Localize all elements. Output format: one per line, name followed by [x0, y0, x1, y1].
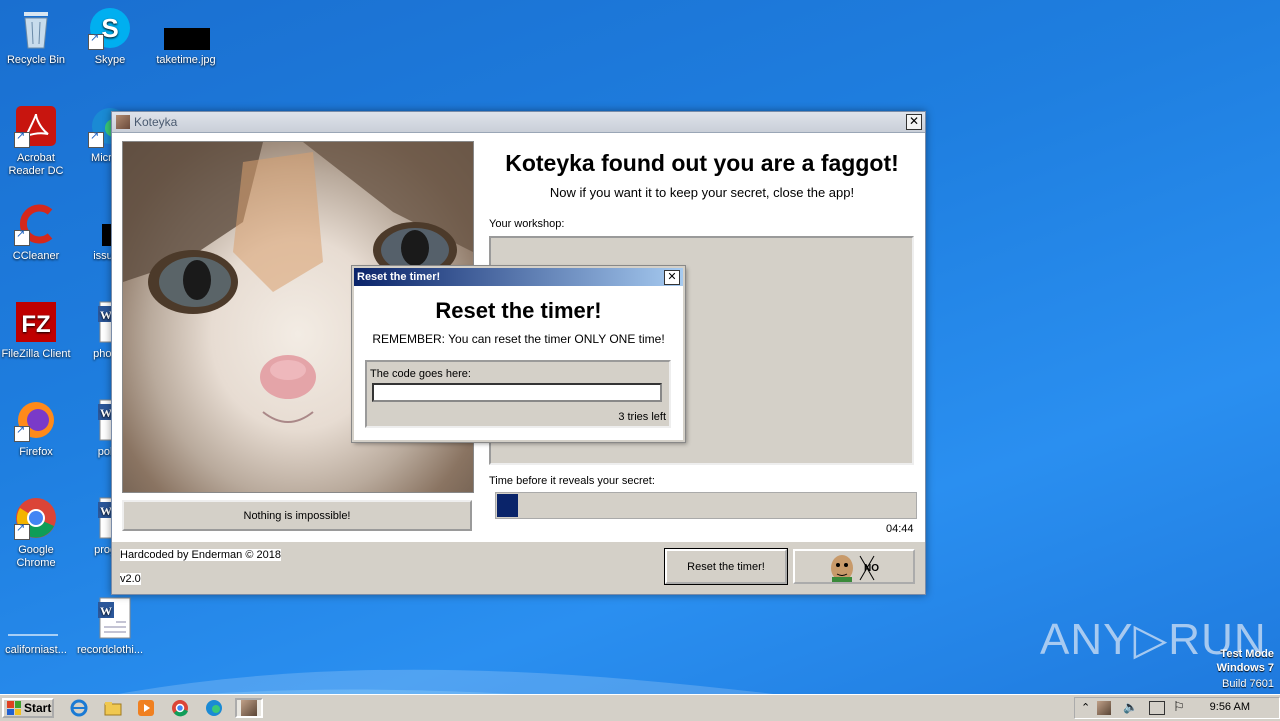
shortcut-arrow-icon — [14, 522, 30, 540]
desktop-icon-label: taketime.jpg — [156, 54, 216, 66]
build-text: Build 7601 — [1222, 678, 1274, 690]
cat-tray-icon[interactable] — [1097, 701, 1111, 715]
desktop-icon-label: recordclothi... — [76, 644, 144, 656]
desktop-icon-taketime[interactable]: taketime.jpg — [150, 6, 222, 67]
start-label: Start — [24, 701, 52, 715]
shortcut-arrow-icon — [88, 130, 104, 148]
windows-version-text: Windows 7 — [1216, 662, 1274, 674]
shortcut-arrow-icon — [14, 130, 30, 148]
test-mode-text: Test Mode — [1220, 648, 1274, 660]
chrome-icon — [14, 496, 58, 540]
recycle-bin-icon — [14, 6, 58, 50]
window-title: Koteyka — [134, 115, 178, 129]
code-input[interactable] — [372, 383, 662, 402]
taskbar: Start ⌃ 🔈 ⚐ 9:56 AM — [0, 694, 1280, 721]
credit-text: Hardcoded by Enderman © 2018 — [120, 549, 281, 561]
ie-taskbar-icon[interactable] — [68, 698, 90, 718]
tries-left-text: 3 tries left — [618, 411, 666, 423]
show-hidden-icons-chevron-icon[interactable]: ⌃ — [1081, 701, 1090, 714]
chrome-taskbar-icon[interactable] — [169, 698, 191, 718]
volume-icon[interactable]: 🔈 — [1123, 700, 1138, 714]
cat-app-icon — [116, 115, 130, 129]
desktop-icon-filezilla[interactable]: FZ FileZilla Client — [0, 300, 72, 361]
shortcut-arrow-icon — [88, 32, 104, 50]
reset-timer-dialog: Reset the timer! ✕ Reset the timer! REME… — [351, 265, 686, 443]
baldi-icon: NO — [831, 554, 879, 582]
workshop-label: Your workshop: — [489, 218, 565, 230]
main-subheading: Now if you want it to keep your secret, … — [549, 185, 855, 200]
taskbar-clock[interactable]: 9:56 AM — [1210, 701, 1250, 713]
timer-progress-bar — [495, 492, 917, 519]
desktop-icon-acrobat[interactable]: Acrobat Reader DC — [0, 104, 72, 178]
desktop-icon-recordclothi[interactable]: W recordclothi... — [74, 596, 146, 657]
desktop-icon-label: Skype — [94, 54, 126, 66]
desktop-icon-ccleaner[interactable]: CCleaner — [0, 202, 72, 263]
dialog-heading: Reset the timer! — [435, 298, 602, 323]
timer-label: Time before it reveals your secret: — [489, 475, 655, 487]
image-file-icon — [164, 6, 210, 50]
reset-timer-button[interactable]: Reset the timer! — [664, 548, 788, 585]
version-text: v2.0 — [120, 573, 141, 585]
firefox-icon — [14, 398, 58, 442]
desktop-icon-label: Acrobat Reader DC — [8, 152, 64, 177]
timer-progress-fill — [496, 493, 520, 518]
nothing-is-impossible-button[interactable]: Nothing is impossible! — [122, 500, 472, 531]
ccleaner-icon — [14, 202, 58, 246]
dialog-close-button[interactable]: ✕ — [664, 270, 680, 285]
desktop-icon-label: CCleaner — [12, 250, 60, 262]
desktop-icon-firefox[interactable]: Firefox — [0, 398, 72, 459]
window-titlebar[interactable]: Koteyka — [112, 112, 925, 133]
main-heading: Koteyka found out you are a faggot! — [505, 150, 899, 176]
start-button[interactable]: Start — [2, 698, 54, 718]
action-center-flag-icon[interactable]: ⚐ — [1173, 699, 1185, 715]
desktop-icon-californiast[interactable]: californiast... — [0, 596, 72, 657]
desktop-icon-label: californiast... — [5, 644, 67, 656]
desktop-icon-skype[interactable]: S Skype — [74, 6, 146, 67]
desktop-icon-label: Google Chrome — [16, 544, 56, 569]
file-icon — [8, 596, 58, 640]
edge-taskbar-icon[interactable] — [203, 698, 225, 718]
dialog-remember-text: REMEMBER: You can reset the timer ONLY O… — [372, 332, 665, 346]
skype-icon: S — [88, 6, 132, 50]
dialog-titlebar[interactable]: Reset the timer! — [354, 268, 683, 286]
filezilla-icon: FZ — [14, 300, 58, 344]
desktop-icon-label: Firefox — [19, 446, 53, 458]
media-player-taskbar-icon[interactable] — [135, 698, 157, 718]
window-close-button[interactable]: ✕ — [906, 114, 922, 130]
word-document-icon: W — [88, 596, 132, 640]
timer-value: 04:44 — [886, 523, 914, 535]
acrobat-icon — [14, 104, 58, 148]
svg-text:FZ: FZ — [21, 311, 50, 338]
windows-flag-icon — [7, 701, 21, 715]
koteyka-taskbar-button[interactable] — [235, 698, 263, 718]
explorer-taskbar-icon[interactable] — [102, 698, 124, 718]
desktop-icon-recycle-bin[interactable]: Recycle Bin — [0, 6, 72, 67]
code-label: The code goes here: — [370, 368, 471, 380]
shortcut-arrow-icon — [14, 228, 30, 246]
shortcut-arrow-icon — [14, 424, 30, 442]
desktop-icon-label: Recycle Bin — [6, 54, 66, 66]
baldi-image-button[interactable]: NO — [793, 549, 915, 584]
desktop-icon-label: FileZilla Client — [1, 348, 71, 360]
network-icon[interactable] — [1149, 701, 1165, 715]
desktop-icon-chrome[interactable]: Google Chrome — [0, 496, 72, 570]
svg-text:W: W — [100, 604, 112, 618]
cat-app-icon — [241, 700, 257, 716]
